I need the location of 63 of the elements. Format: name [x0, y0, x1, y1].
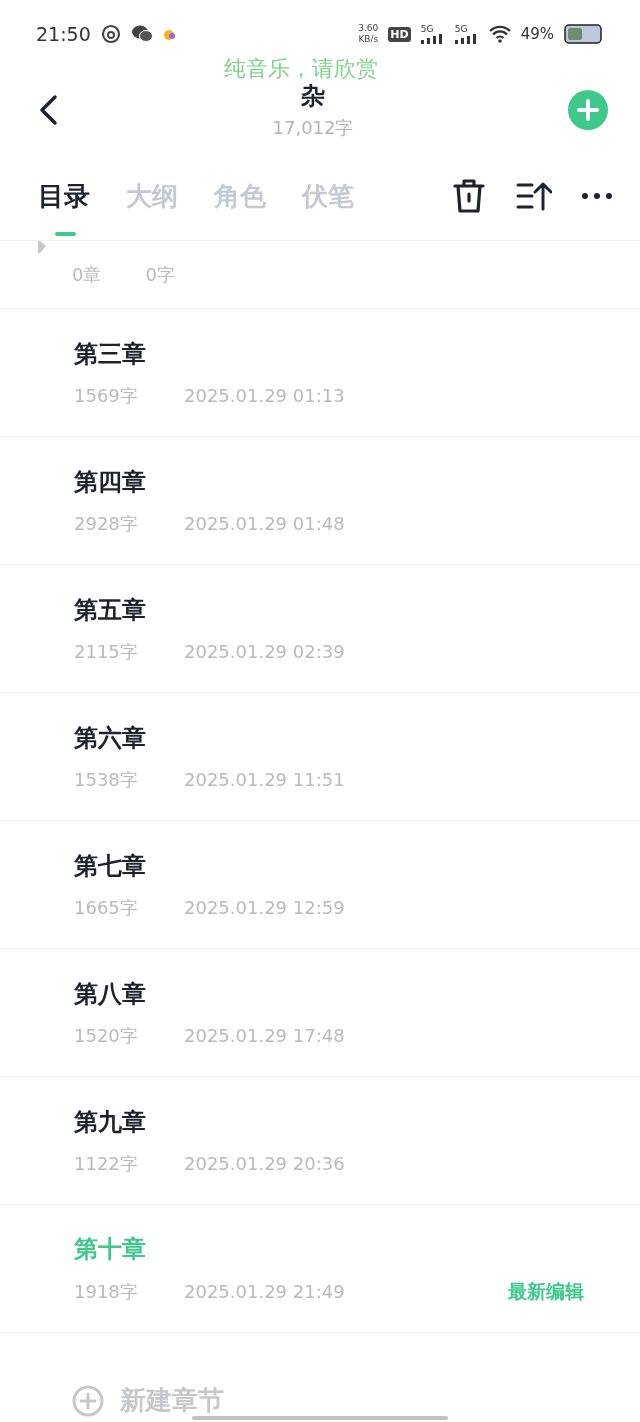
chapter-time: 2025.01.29 20:36	[184, 1153, 345, 1174]
triangle-icon	[38, 241, 46, 253]
lyric-overlay: 纯音乐，请欣赏	[224, 55, 378, 83]
tab[interactable]: 目录	[38, 152, 90, 240]
more-button[interactable]	[582, 193, 612, 199]
sort-icon	[516, 181, 552, 211]
chapter-item[interactable]: 第五章 2115字 2025.01.29 02:39	[0, 565, 640, 693]
network-type: 5G	[420, 24, 435, 34]
trash-icon	[452, 178, 486, 214]
spiral-icon	[100, 24, 121, 44]
chapter-item[interactable]: 第八章 1520字 2025.01.29 17:48	[0, 949, 640, 1077]
chapter-title: 第九章	[74, 1106, 147, 1138]
book-title: 杂	[301, 81, 325, 112]
speed-unit: KB/s	[358, 34, 379, 45]
chapter-item[interactable]: 第三章 1569字 2025.01.29 01:13	[0, 309, 640, 437]
back-button[interactable]	[38, 94, 58, 126]
plus-icon	[577, 99, 599, 121]
sort-button[interactable]	[516, 181, 552, 211]
hd-badge: HD	[388, 26, 411, 42]
chapter-count: 0章	[72, 262, 102, 287]
chapter-title: 第三章	[74, 338, 147, 370]
chapter-item[interactable]: 第四章 2928字 2025.01.29 01:48	[0, 437, 640, 565]
chapter-word-count: 1538字	[74, 767, 139, 792]
chapter-time: 2025.01.29 21:49	[184, 1281, 345, 1302]
signal-icon	[454, 34, 479, 44]
latest-edit-label: 最新编辑	[508, 1278, 584, 1304]
chapter-time: 2025.01.29 17:48	[184, 1025, 345, 1046]
chat-icon	[130, 24, 153, 44]
volume-word-count: 0字	[145, 262, 175, 287]
network-speed: 3.60	[358, 23, 379, 34]
chapter-title: 第七章	[74, 850, 147, 882]
chapter-title: 第十章	[74, 1233, 147, 1265]
chapter-item[interactable]: 第六章 1538字 2025.01.29 11:51	[0, 693, 640, 821]
chapter-time: 2025.01.29 12:59	[184, 897, 345, 918]
chapter-word-count: 1520字	[74, 1023, 139, 1048]
plus-icon	[72, 1384, 104, 1417]
more-icon	[582, 193, 612, 199]
chapter-time: 2025.01.29 01:13	[184, 385, 345, 406]
chapter-time: 2025.01.29 02:39	[184, 641, 345, 662]
chapter-word-count: 2928字	[74, 511, 139, 536]
chapter-time: 2025.01.29 11:51	[184, 769, 345, 790]
network-type: 5G	[454, 24, 469, 34]
chapter-item[interactable]: 第七章 1665字 2025.01.29 12:59	[0, 821, 640, 949]
chapter-word-count: 1569字	[74, 383, 139, 408]
delete-button[interactable]	[452, 178, 486, 214]
battery-percent: 49%	[520, 25, 554, 43]
signal-icon	[420, 34, 445, 44]
chapter-time: 2025.01.29 01:48	[184, 513, 345, 534]
fruit-icon	[162, 27, 177, 41]
word-count: 17,012字	[272, 116, 354, 140]
status-time: 21:50	[36, 23, 91, 45]
chapter-word-count: 1122字	[74, 1151, 139, 1176]
chapter-item[interactable]: 第九章 1122字 2025.01.29 20:36	[0, 1077, 640, 1205]
chapter-word-count: 2115字	[74, 639, 139, 664]
battery-icon	[564, 24, 604, 44]
back-icon	[38, 94, 58, 126]
wifi-icon	[488, 25, 511, 43]
chapter-word-count: 1918字	[74, 1279, 139, 1304]
chapter-title: 第八章	[74, 978, 147, 1010]
chapter-word-count: 1665字	[74, 895, 139, 920]
chapter-title: 第四章	[74, 466, 147, 498]
chapter-title: 第五章	[74, 594, 147, 626]
chapter-title: 第六章	[74, 722, 147, 754]
